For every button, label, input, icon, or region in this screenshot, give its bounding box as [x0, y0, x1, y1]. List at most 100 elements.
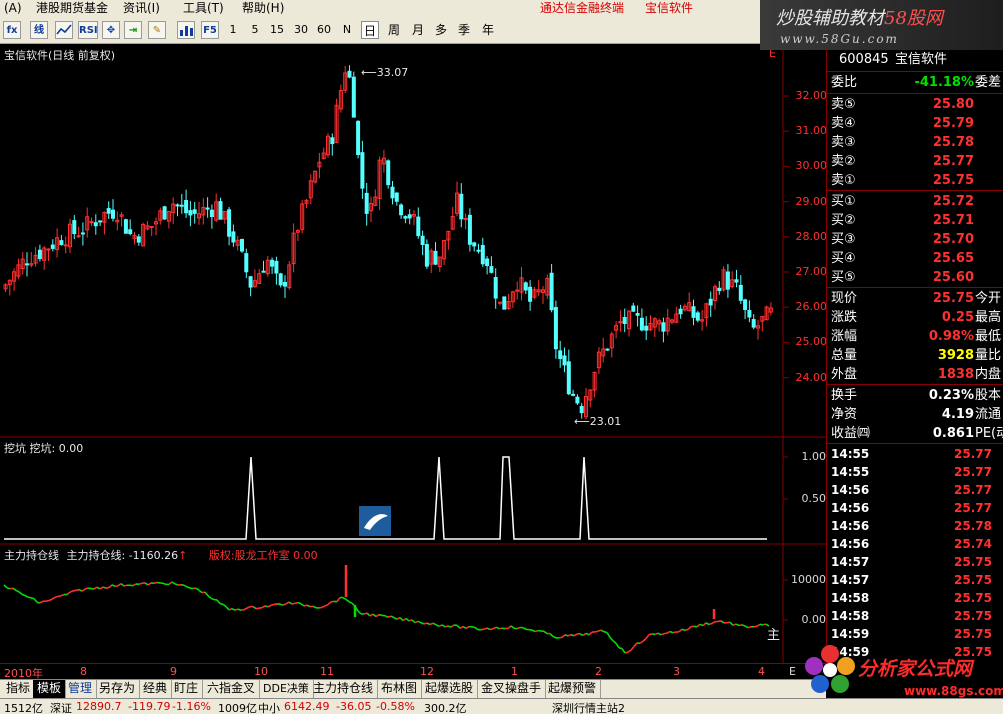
tab-indicator[interactable]: 指标	[2, 680, 36, 698]
menu-item-help[interactable]: 帮助(H)	[242, 1, 284, 15]
tab-breakout-alert[interactable]: 起爆预警	[544, 680, 602, 698]
status-sz-pct: -1.16%	[172, 700, 211, 713]
candle-body	[46, 248, 51, 251]
stat2-row-label: 净资	[831, 407, 858, 422]
main-force-segment	[108, 584, 113, 589]
bid-row-label: 买④	[831, 251, 856, 266]
tab-six-golden-cross[interactable]: 六指金叉	[203, 680, 261, 698]
move-cross-icon[interactable]: ✥	[102, 21, 120, 39]
period-multi[interactable]: 多	[432, 21, 450, 39]
candle-body	[472, 242, 477, 247]
candle-body	[708, 298, 713, 306]
tick-row[interactable]: 14:57 25.75	[827, 553, 1003, 571]
tick-row[interactable]: 14:56 25.77	[827, 499, 1003, 517]
tab-dde[interactable]: DDE决策	[259, 680, 314, 698]
period-day[interactable]: 日	[361, 21, 379, 39]
main-force-segment	[303, 604, 308, 607]
formula-icon[interactable]: fx	[3, 21, 21, 39]
main-force-segment	[36, 601, 41, 604]
time-axis: 2010年 8 9 10 11 12 1 2 3 4 E	[0, 663, 826, 680]
f5-button[interactable]: F5	[201, 21, 219, 39]
time-label-feb: 2	[595, 665, 602, 678]
candle-body	[136, 236, 141, 243]
tab-save-as[interactable]: 另存为	[95, 680, 141, 698]
tab-breakout-select[interactable]: 起爆选股	[421, 680, 479, 698]
status-server: 深圳行情主站2	[552, 702, 625, 714]
period-quarter[interactable]: 季	[455, 21, 473, 39]
main-force-segment	[720, 620, 725, 624]
price-axis-label: 28.00	[795, 229, 828, 243]
chart-line-icon[interactable]	[55, 21, 73, 39]
candle-body	[72, 220, 77, 235]
tick-row[interactable]: 14:55 25.77	[827, 463, 1003, 481]
tick-row[interactable]: 14:58 25.75	[827, 607, 1003, 625]
candle-body	[644, 325, 649, 331]
wakeng-chart[interactable]	[0, 438, 826, 545]
menu-item-a[interactable]: (A)	[4, 1, 22, 15]
main-force-segment	[510, 625, 515, 629]
period-5min[interactable]: 5	[246, 21, 264, 39]
menu-item-tools[interactable]: 工具(T)	[183, 1, 224, 15]
candle-body	[248, 276, 253, 288]
tick-row[interactable]: 14:58 25.75	[827, 589, 1003, 607]
line-draw-icon[interactable]: 线	[30, 21, 48, 39]
tick-row[interactable]: 14:55 25.77	[827, 445, 1003, 463]
tick-row[interactable]: 14:56 25.78	[827, 517, 1003, 535]
pencil-icon[interactable]: ✎	[148, 21, 166, 39]
period-60min[interactable]: 60	[315, 21, 333, 39]
main-force-segment	[438, 624, 443, 628]
tab-main-force[interactable]: 主力持仓线	[309, 680, 379, 698]
period-month[interactable]: 月	[409, 21, 427, 39]
main-force-segment	[117, 582, 122, 587]
main-force-segment	[738, 624, 743, 627]
candle-body	[566, 361, 571, 395]
main-force-segment	[432, 622, 437, 626]
wakeng-pane[interactable]: 挖坑 挖坑: 0.00 1.00 0.50	[0, 438, 826, 545]
wei-bi-label: 委比	[831, 75, 858, 90]
tick-row[interactable]: 14:56 25.74	[827, 535, 1003, 553]
chart-icon[interactable]	[177, 21, 195, 39]
tab-bollinger[interactable]: 布林图	[377, 680, 423, 698]
tick-row[interactable]: 14:56 25.77	[827, 481, 1003, 499]
tab-template[interactable]: 模板	[33, 680, 67, 698]
tab-golden-trader[interactable]: 金叉操盘手	[477, 680, 547, 698]
ask-row-label: 卖⑤	[831, 97, 856, 112]
bid-row: 买⑤ 25.60	[827, 268, 1003, 287]
stat-row: 涨跌 0.25 最高	[827, 308, 1003, 327]
period-30min[interactable]: 30	[292, 21, 310, 39]
tick-row[interactable]: 14:57 25.75	[827, 571, 1003, 589]
main-force-segment	[348, 601, 353, 604]
main-force-segment	[417, 620, 422, 624]
main-force-segment	[531, 629, 536, 633]
export-arrow-icon[interactable]: ⇥	[124, 21, 142, 39]
period-1min[interactable]: 1	[224, 21, 242, 39]
main-force-pane[interactable]: 主力持仓线 主力持仓线: -1160.26↑ 版权:股龙工作室 0.00 100…	[0, 545, 826, 663]
period-15min[interactable]: 15	[268, 21, 286, 39]
stat-row-label: 现价	[831, 291, 858, 306]
period-n[interactable]: N	[338, 21, 356, 39]
price-axis-label: 30.00	[795, 159, 828, 173]
tab-classic[interactable]: 经典	[139, 680, 173, 698]
tick-time: 14:58	[831, 609, 870, 623]
kline-title: 宝信软件(日线 前复权)	[4, 49, 116, 62]
period-week[interactable]: 周	[385, 21, 403, 39]
period-year[interactable]: 年	[479, 21, 497, 39]
rsi-icon[interactable]: RSI	[78, 21, 98, 39]
main-force-segment	[120, 583, 125, 587]
main-force-segment	[261, 605, 266, 609]
kline-chart[interactable]	[0, 45, 826, 438]
bid-row-value: 25.65	[932, 251, 974, 266]
tab-manage[interactable]: 管理	[64, 680, 98, 698]
candle-body	[240, 239, 244, 252]
candle-body	[747, 310, 752, 318]
main-force-segment	[33, 598, 38, 603]
menu-item-hk-futures[interactable]: 港股期货基金	[36, 1, 108, 15]
tab-dingzhuang[interactable]: 盯庄	[170, 680, 204, 698]
stat-row-extra: 内盘	[975, 367, 1002, 382]
status-amount-3: 300.2亿	[424, 702, 467, 714]
bid-row-label: 买②	[831, 213, 856, 228]
main-force-segment	[654, 632, 659, 636]
main-force-segment	[420, 622, 425, 625]
menu-item-info[interactable]: 资讯(I)	[123, 1, 160, 15]
kline-pane[interactable]: 宝信软件(日线 前复权) E 32.00 31.00 30.00 29.00 28.00…	[0, 45, 828, 438]
